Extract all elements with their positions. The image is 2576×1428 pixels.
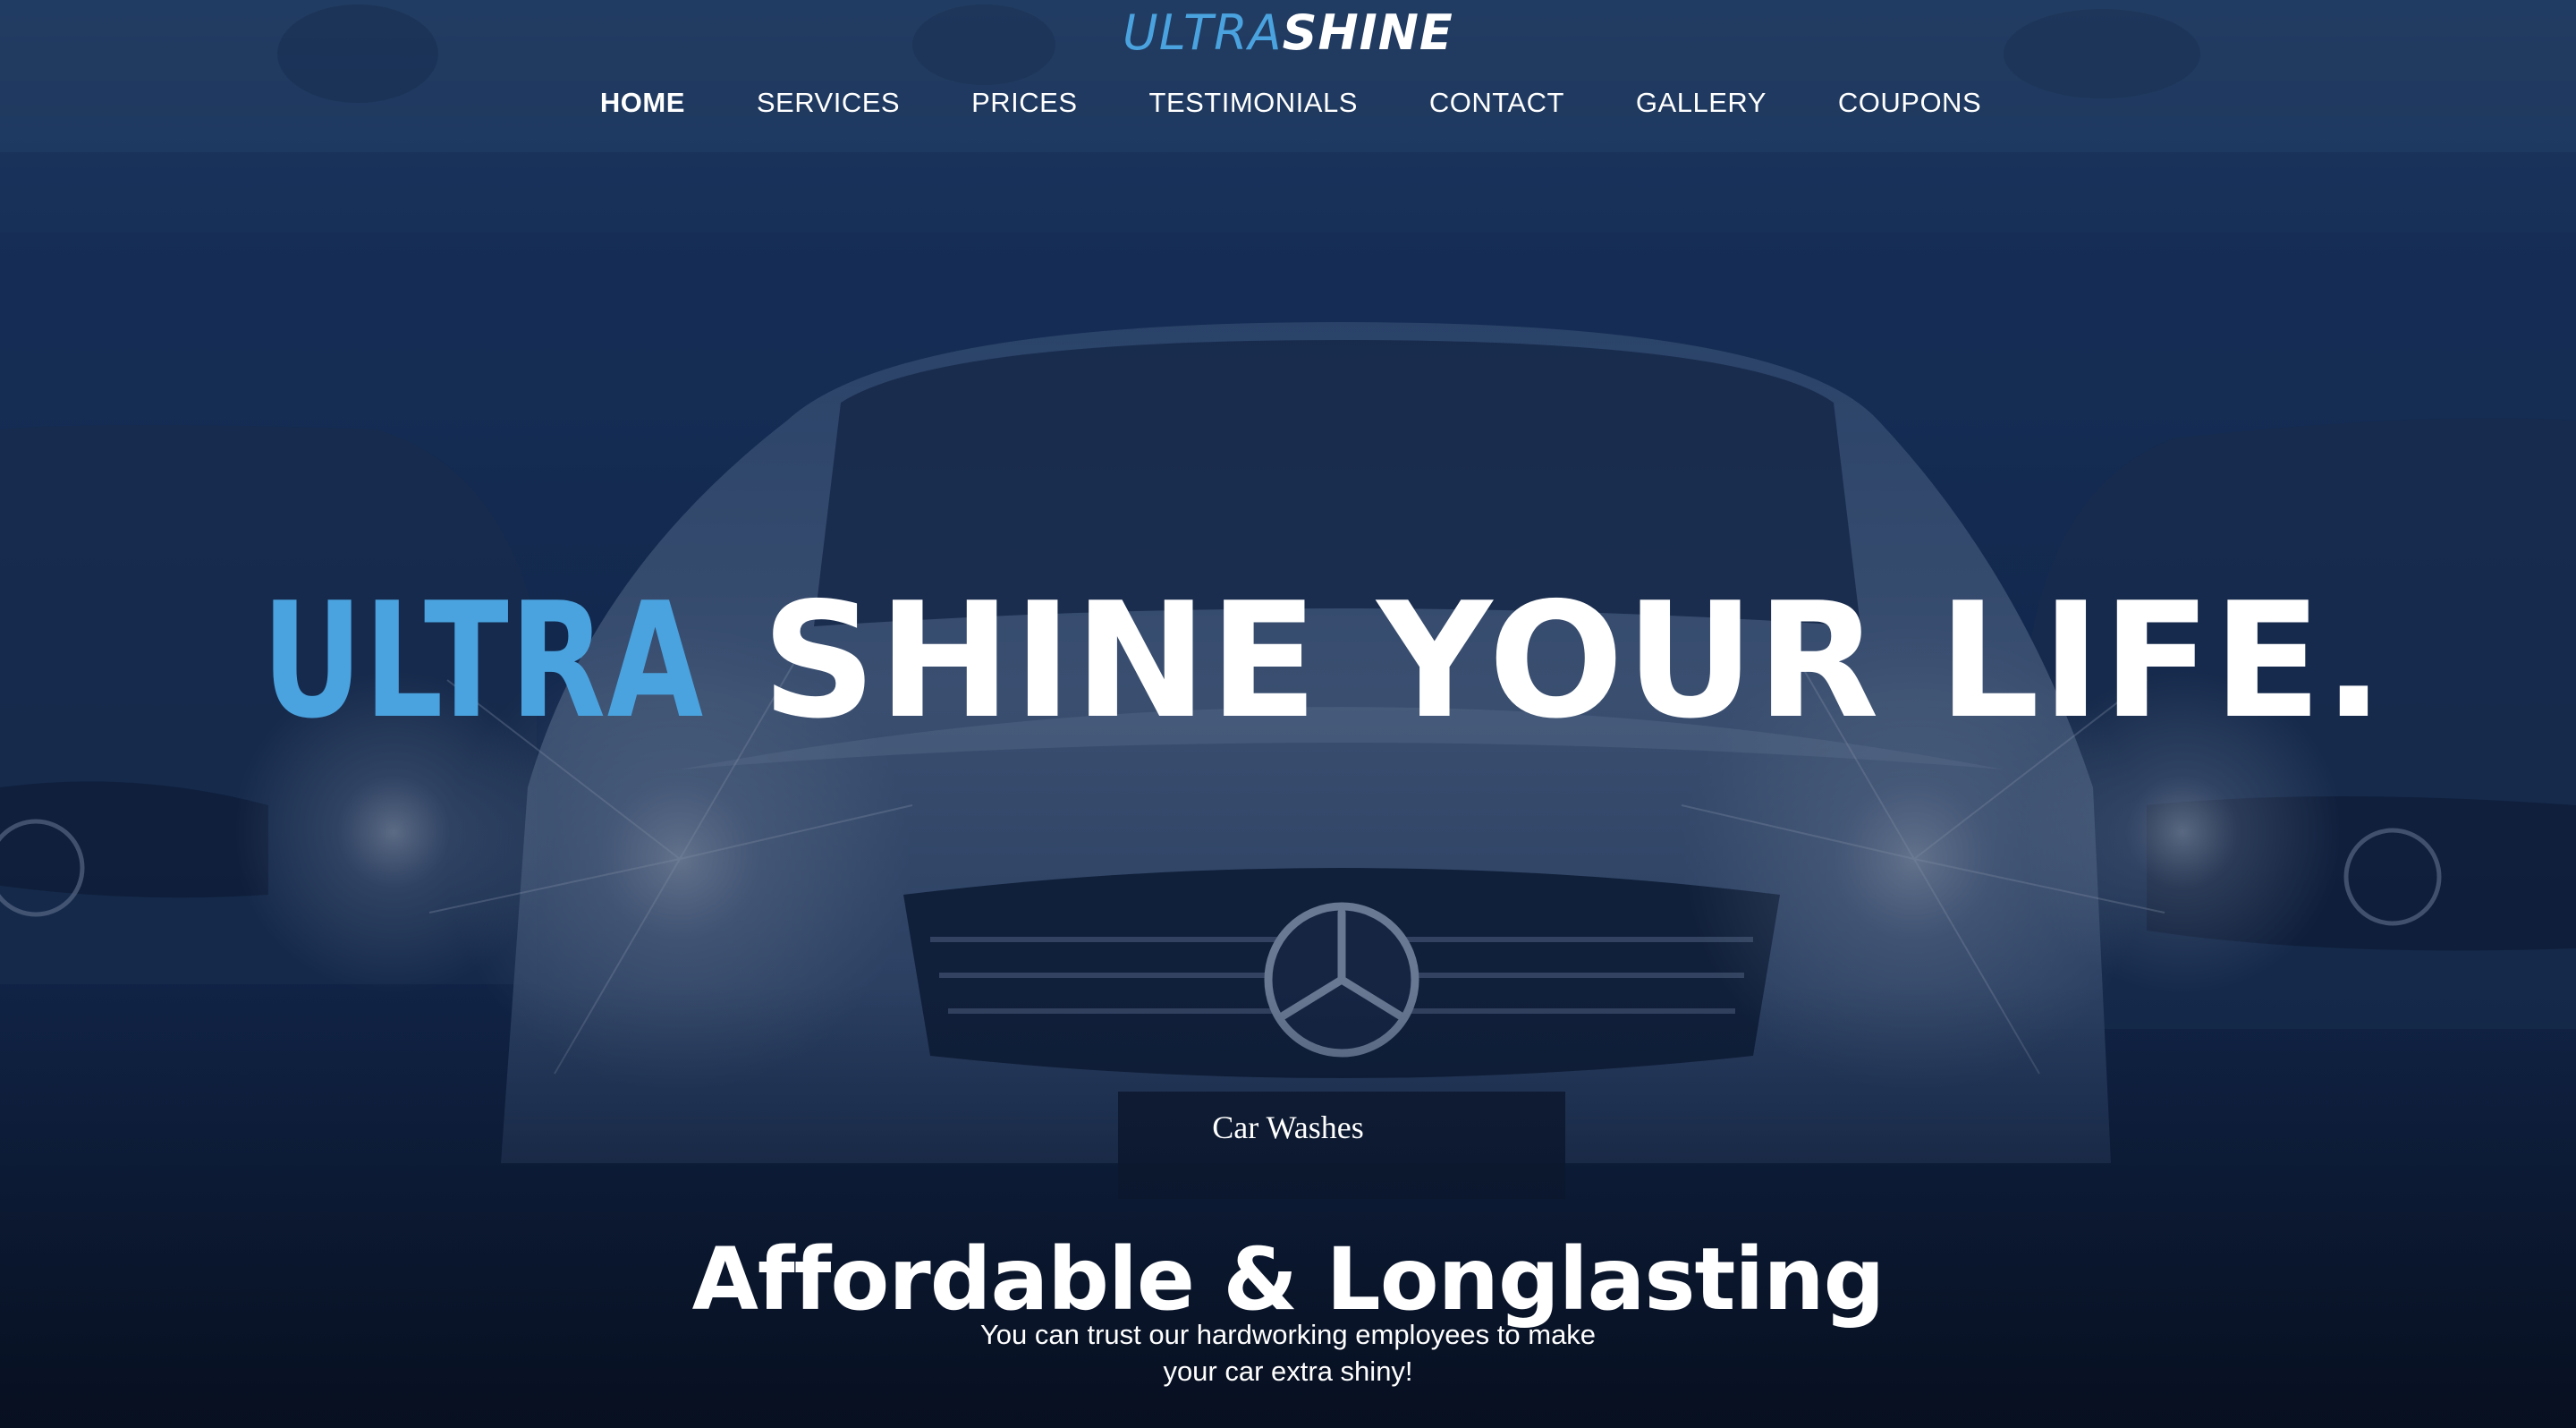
logo-ultra-text: ULTRA bbox=[1123, 4, 1283, 61]
nav-contact[interactable]: CONTACT bbox=[1429, 82, 1564, 123]
nav-home[interactable]: HOME bbox=[600, 82, 685, 123]
site-logo[interactable]: ULTRASHINE bbox=[0, 4, 2576, 63]
hero-headline: ULTRA SHINE YOUR LIFE. bbox=[0, 572, 2576, 751]
section-eyebrow: Car Washes bbox=[1212, 1109, 1364, 1145]
nav-gallery[interactable]: GALLERY bbox=[1636, 82, 1767, 123]
headline-period: . bbox=[2323, 568, 2386, 754]
landing-page: ULTRASHINE HOME SERVICES PRICES TESTIMON… bbox=[0, 0, 2576, 1428]
nav-services[interactable]: SERVICES bbox=[757, 82, 900, 123]
nav-testimonials[interactable]: TESTIMONIALS bbox=[1149, 82, 1358, 123]
headline-rest: SHINE YOUR LIFE bbox=[761, 568, 2324, 754]
headline-accent: ULTRA bbox=[261, 568, 705, 754]
nav-prices[interactable]: PRICES bbox=[971, 82, 1077, 123]
nav-coupons[interactable]: COUPONS bbox=[1838, 82, 1981, 123]
section-body: You can trust our hardworking employees … bbox=[979, 1319, 1597, 1387]
logo-shine-text: SHINE bbox=[1282, 4, 1453, 61]
main-nav: HOME SERVICES PRICES TESTIMONIALS CONTAC… bbox=[0, 82, 2576, 123]
